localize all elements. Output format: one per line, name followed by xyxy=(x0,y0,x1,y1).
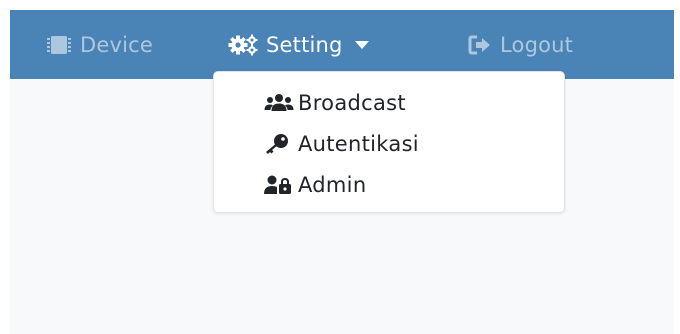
nav-item-device-label: Device xyxy=(80,32,154,57)
dropdown-item-autentikasi-label: Autentikasi xyxy=(298,132,419,156)
users-icon xyxy=(264,93,294,113)
nav-item-device[interactable]: Device xyxy=(46,10,153,79)
nav-item-logout-label: Logout xyxy=(500,32,574,57)
setting-dropdown-menu: Broadcast Autentikasi Admin xyxy=(213,71,565,213)
dropdown-item-broadcast-label: Broadcast xyxy=(298,91,406,115)
cogs-icon xyxy=(228,34,258,56)
microchip-icon xyxy=(46,35,72,55)
dropdown-item-admin[interactable]: Admin xyxy=(264,165,366,205)
sign-out-icon xyxy=(468,35,492,55)
nav-item-setting-label: Setting xyxy=(266,32,343,57)
nav-item-logout[interactable]: Logout xyxy=(468,10,573,79)
key-icon xyxy=(264,133,294,155)
caret-down-icon xyxy=(354,40,369,49)
dropdown-item-autentikasi[interactable]: Autentikasi xyxy=(264,124,419,164)
dropdown-item-broadcast[interactable]: Broadcast xyxy=(264,83,406,123)
dropdown-item-admin-label: Admin xyxy=(298,173,367,197)
nav-item-setting[interactable]: Setting xyxy=(228,10,369,79)
user-lock-icon xyxy=(264,175,294,195)
top-navbar: Device Setting Logout xyxy=(10,10,674,79)
